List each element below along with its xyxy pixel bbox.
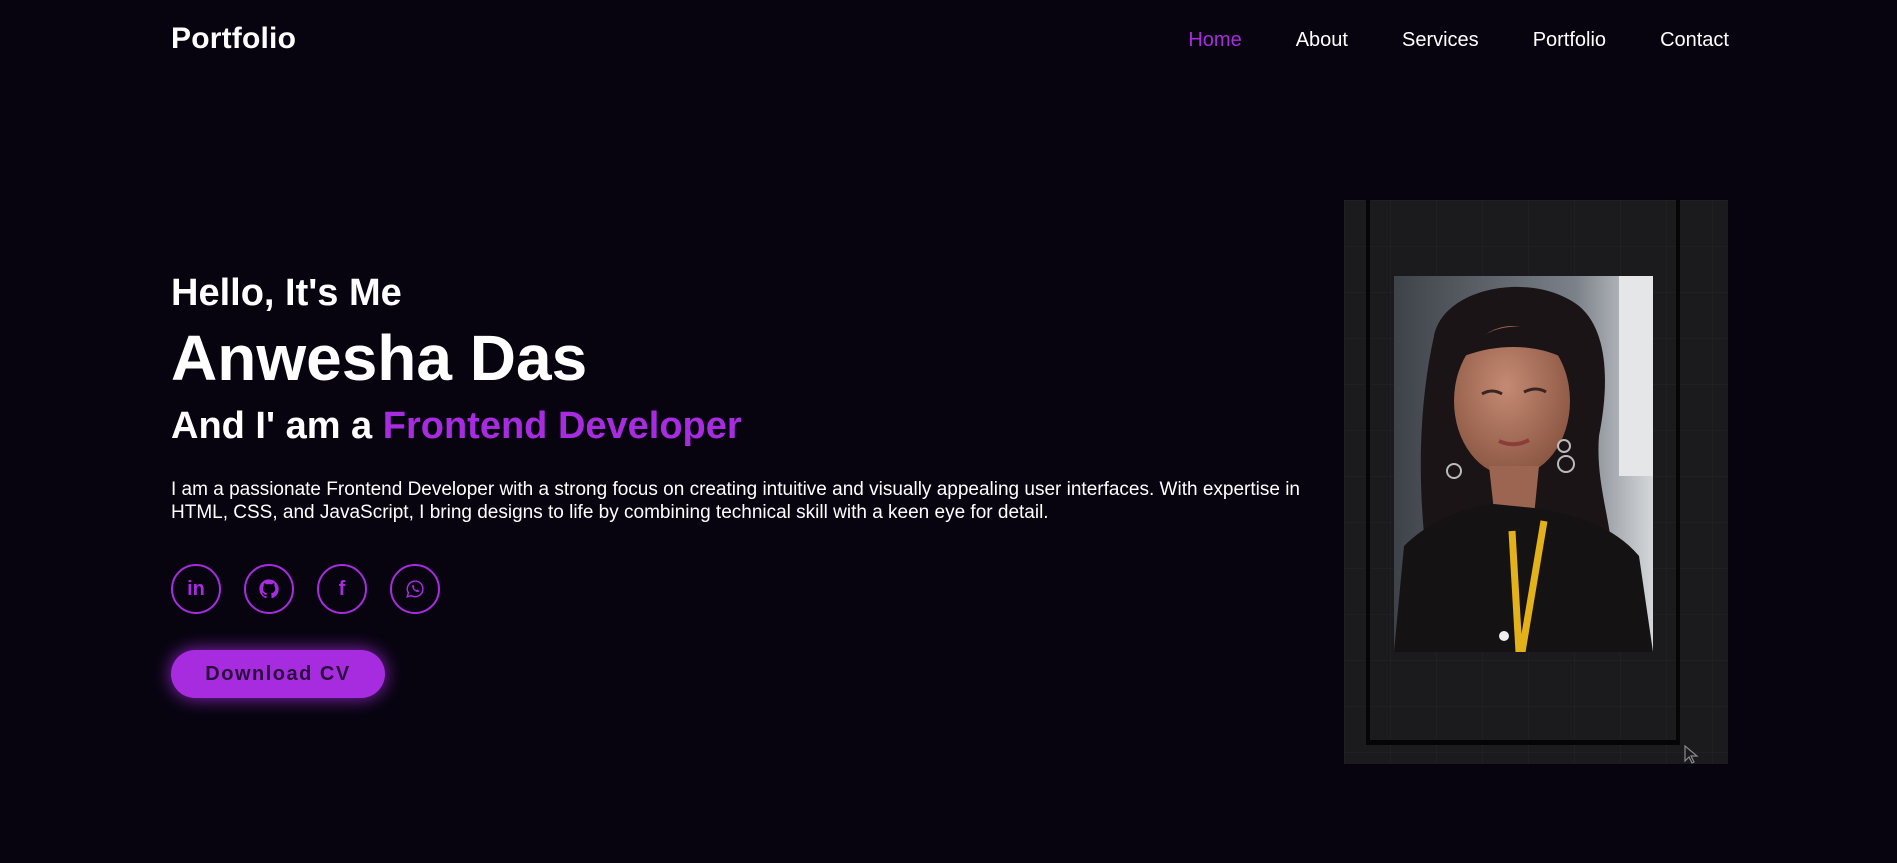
linkedin-link[interactable]: in (171, 564, 221, 614)
hero-section: Hello, It's Me Anwesha Das And I' am a F… (171, 270, 1351, 698)
logo[interactable]: Portfolio (171, 22, 296, 56)
linkedin-icon: in (187, 577, 205, 600)
github-link[interactable] (244, 564, 294, 614)
nav-contact[interactable]: Contact (1660, 29, 1729, 52)
nav-home[interactable]: Home (1188, 29, 1241, 52)
role-prefix: And I' am a (171, 405, 383, 447)
hero-description: I am a passionate Frontend Developer wit… (171, 479, 1300, 523)
nav-about[interactable]: About (1296, 29, 1348, 52)
profile-photo (1394, 276, 1653, 652)
profile-photo-frame (1344, 200, 1728, 764)
nav-services[interactable]: Services (1402, 29, 1479, 52)
download-cv-button[interactable]: Download CV (171, 650, 385, 698)
hero-name: Anwesha Das (171, 322, 588, 394)
facebook-icon: f (338, 577, 346, 600)
page: Portfolio Home About Services Portfolio … (0, 0, 1897, 863)
facebook-link[interactable]: f (317, 564, 367, 614)
role-highlight: Frontend Developer (382, 405, 742, 447)
social-links: in f (171, 564, 1351, 614)
whatsapp-icon (406, 580, 424, 598)
portrait-illustration (1394, 276, 1653, 652)
main-nav: Home About Services Portfolio Contact (1188, 29, 1729, 52)
github-icon (259, 579, 279, 599)
hero-role: And I' am a Frontend Developer (171, 400, 1351, 452)
greeting: Hello, It's Me (171, 272, 402, 314)
site-header: Portfolio Home About Services Portfolio … (0, 0, 1897, 84)
nav-portfolio[interactable]: Portfolio (1533, 29, 1606, 52)
whatsapp-link[interactable] (390, 564, 440, 614)
mouse-cursor-icon (1684, 745, 1699, 764)
